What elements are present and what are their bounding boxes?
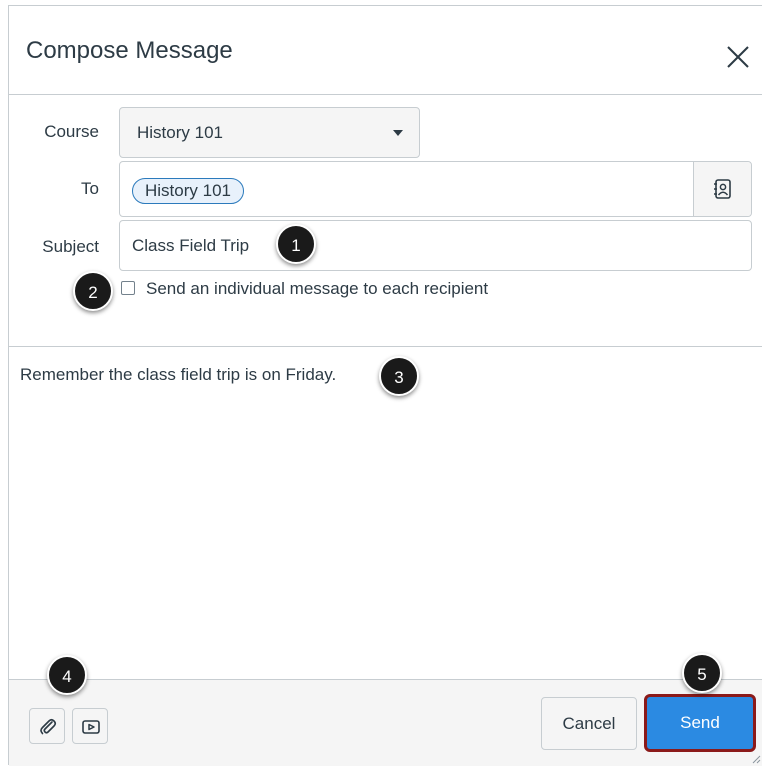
send-button[interactable]: Send xyxy=(644,694,756,752)
message-body-divider xyxy=(9,346,762,347)
attach-file-button[interactable] xyxy=(29,708,65,744)
subject-input[interactable] xyxy=(119,220,752,271)
individual-message-checkbox[interactable] xyxy=(121,281,135,295)
course-select[interactable]: History 101 xyxy=(119,107,420,158)
close-icon xyxy=(727,46,749,68)
subject-label: Subject xyxy=(42,237,99,256)
address-book-icon xyxy=(714,179,731,199)
address-book-button[interactable] xyxy=(693,162,751,216)
recipient-token[interactable]: History 101 xyxy=(132,178,244,204)
record-media-button[interactable] xyxy=(72,708,108,744)
cancel-button[interactable]: Cancel xyxy=(541,697,637,750)
resize-grip-icon[interactable] xyxy=(751,754,761,764)
caret-down-icon xyxy=(393,130,403,136)
dialog-footer: Cancel Send xyxy=(9,679,762,766)
callout-3: 3 xyxy=(379,356,419,396)
paperclip-icon xyxy=(40,718,57,735)
individual-message-label[interactable]: Send an individual message to each recip… xyxy=(146,279,488,299)
course-select-value: History 101 xyxy=(137,123,223,142)
callout-5: 5 xyxy=(682,653,722,693)
message-body-textarea[interactable]: Remember the class field trip is on Frid… xyxy=(20,365,336,385)
callout-2: 2 xyxy=(73,271,113,311)
dialog-title: Compose Message xyxy=(26,37,233,64)
header-divider xyxy=(9,94,762,95)
course-label: Course xyxy=(44,122,99,141)
to-label: To xyxy=(81,179,99,198)
callout-4: 4 xyxy=(47,655,87,695)
media-icon xyxy=(82,720,100,734)
callout-1: 1 xyxy=(276,224,316,264)
recipients-field[interactable]: History 101 xyxy=(119,161,752,217)
close-button[interactable] xyxy=(724,43,752,71)
